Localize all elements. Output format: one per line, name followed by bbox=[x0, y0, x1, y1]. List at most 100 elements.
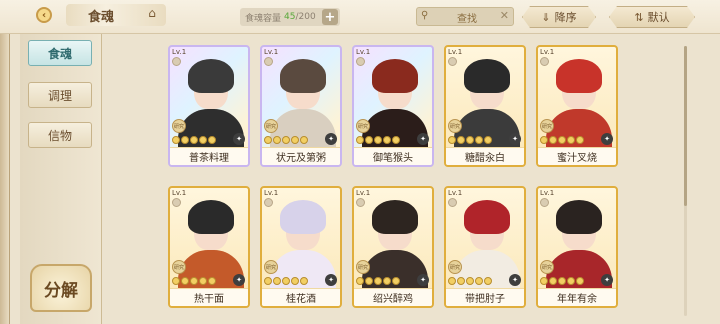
food-soul-card[interactable]: Lv.1 研究 ✦ 桂花酒 bbox=[260, 186, 342, 308]
star-rating bbox=[356, 136, 400, 145]
back-button[interactable]: ‹ bbox=[24, 2, 64, 28]
card-level: Lv.1 bbox=[540, 48, 555, 56]
gem-icon bbox=[172, 198, 181, 207]
star-icon bbox=[208, 136, 216, 144]
card-level: Lv.1 bbox=[172, 48, 187, 56]
card-tag: 研究 bbox=[172, 260, 186, 274]
card-name: 状元及第粥 bbox=[262, 147, 340, 165]
food-soul-card[interactable]: Lv.1 研究 ✦ 御笔猴头 bbox=[352, 45, 434, 167]
gem-icon bbox=[448, 198, 457, 207]
card-tag: 研究 bbox=[264, 260, 278, 274]
card-name: 绍兴醉鸡 bbox=[354, 288, 432, 306]
star-rating bbox=[448, 136, 492, 145]
sort-order-button[interactable]: ⇓ 降序 bbox=[522, 6, 596, 28]
card-name: 年年有余 bbox=[538, 288, 616, 306]
food-soul-card[interactable]: Lv.1 研究 ✦ 蜜汁叉烧 bbox=[536, 45, 618, 167]
food-soul-card[interactable]: Lv.1 研究 ✦ 热干面 bbox=[168, 186, 250, 308]
card-tag: 研究 bbox=[540, 119, 554, 133]
star-icon bbox=[356, 136, 364, 144]
star-icon bbox=[264, 277, 272, 285]
star-icon bbox=[558, 136, 566, 144]
card-tag: 研究 bbox=[448, 260, 462, 274]
gem-icon bbox=[540, 57, 549, 66]
star-icon bbox=[475, 277, 483, 285]
star-icon bbox=[383, 277, 391, 285]
star-rating bbox=[264, 277, 308, 286]
scrollbar[interactable] bbox=[684, 46, 687, 316]
star-icon bbox=[466, 136, 474, 144]
portrait-hair bbox=[188, 59, 234, 93]
star-icon bbox=[190, 136, 198, 144]
add-capacity-button[interactable]: + bbox=[322, 9, 338, 25]
star-icon bbox=[208, 277, 216, 285]
card-level: Lv.1 bbox=[264, 189, 279, 197]
header-bar: ‹ 食魂 ⌂ 食魂容量 45 /200 + ⚲ 查找 ✕ ⇓ 降序 ⇅ 默认 bbox=[0, 0, 720, 34]
star-icon bbox=[448, 277, 456, 285]
clear-search-icon[interactable]: ✕ bbox=[500, 9, 509, 22]
ornament-icon: ⌂ bbox=[148, 6, 156, 20]
card-tag: 研究 bbox=[540, 260, 554, 274]
star-icon bbox=[457, 136, 465, 144]
search-input[interactable]: ⚲ 查找 ✕ bbox=[416, 7, 514, 26]
star-icon bbox=[540, 136, 548, 144]
card-name: 桂花酒 bbox=[262, 288, 340, 306]
back-arrow-icon: ‹ bbox=[36, 7, 52, 23]
gem-icon bbox=[356, 57, 365, 66]
star-rating bbox=[448, 277, 492, 286]
food-soul-card[interactable]: Lv.1 研究 ✦ 带把肘子 bbox=[444, 186, 526, 308]
element-icon: ✦ bbox=[325, 274, 337, 286]
star-icon bbox=[549, 277, 557, 285]
card-name: 蜜汁叉烧 bbox=[538, 147, 616, 165]
star-icon bbox=[576, 277, 584, 285]
element-icon: ✦ bbox=[509, 133, 521, 145]
star-rating bbox=[356, 277, 400, 286]
star-icon bbox=[374, 277, 382, 285]
gem-icon bbox=[264, 57, 273, 66]
decompose-button[interactable]: 分解 bbox=[30, 264, 92, 312]
element-icon: ✦ bbox=[509, 274, 521, 286]
star-icon bbox=[199, 277, 207, 285]
scrollbar-thumb[interactable] bbox=[684, 46, 687, 206]
card-name: 带把肘子 bbox=[446, 288, 524, 306]
food-soul-card[interactable]: Lv.1 研究 ✦ 糖醋汆白 bbox=[444, 45, 526, 167]
star-icon bbox=[392, 277, 400, 285]
sort-label: 降序 bbox=[554, 11, 577, 24]
gem-icon bbox=[264, 198, 273, 207]
star-icon bbox=[466, 277, 474, 285]
star-icon bbox=[181, 136, 189, 144]
food-soul-card[interactable]: Lv.1 研究 ✦ 状元及第粥 bbox=[260, 45, 342, 167]
tab-token[interactable]: 信物 bbox=[28, 122, 92, 148]
filter-button[interactable]: ⇅ 默认 bbox=[609, 6, 695, 28]
star-icon bbox=[190, 277, 198, 285]
element-icon: ✦ bbox=[233, 274, 245, 286]
star-rating bbox=[264, 136, 308, 145]
food-soul-card[interactable]: Lv.1 研究 ✦ 普茶料理 bbox=[168, 45, 250, 167]
capacity-label: 食魂容量 bbox=[245, 13, 282, 24]
star-icon bbox=[383, 136, 391, 144]
tab-food-soul[interactable]: 食魂 bbox=[28, 40, 92, 66]
card-tag: 研究 bbox=[264, 119, 278, 133]
food-soul-card[interactable]: Lv.1 研究 ✦ 绍兴醉鸡 bbox=[352, 186, 434, 308]
card-level: Lv.1 bbox=[448, 189, 463, 197]
star-icon bbox=[264, 136, 272, 144]
food-soul-card[interactable]: Lv.1 研究 ✦ 年年有余 bbox=[536, 186, 618, 308]
star-icon bbox=[199, 136, 207, 144]
star-rating bbox=[540, 277, 584, 286]
portrait-hair bbox=[280, 200, 326, 234]
card-name: 普茶料理 bbox=[170, 147, 248, 165]
filter-label: 默认 bbox=[647, 11, 670, 24]
element-icon: ✦ bbox=[233, 133, 245, 145]
card-name: 御笔猴头 bbox=[354, 147, 432, 165]
star-icon bbox=[558, 277, 566, 285]
capacity-current: 45 bbox=[284, 12, 296, 22]
star-icon bbox=[172, 277, 180, 285]
star-icon bbox=[448, 136, 456, 144]
star-icon bbox=[484, 136, 492, 144]
portrait-hair bbox=[372, 59, 418, 93]
star-icon bbox=[567, 136, 575, 144]
search-icon: ⚲ bbox=[421, 10, 429, 21]
gem-icon bbox=[448, 57, 457, 66]
element-icon: ✦ bbox=[417, 133, 429, 145]
gem-icon bbox=[356, 198, 365, 207]
tab-recipe[interactable]: 调理 bbox=[28, 82, 92, 108]
